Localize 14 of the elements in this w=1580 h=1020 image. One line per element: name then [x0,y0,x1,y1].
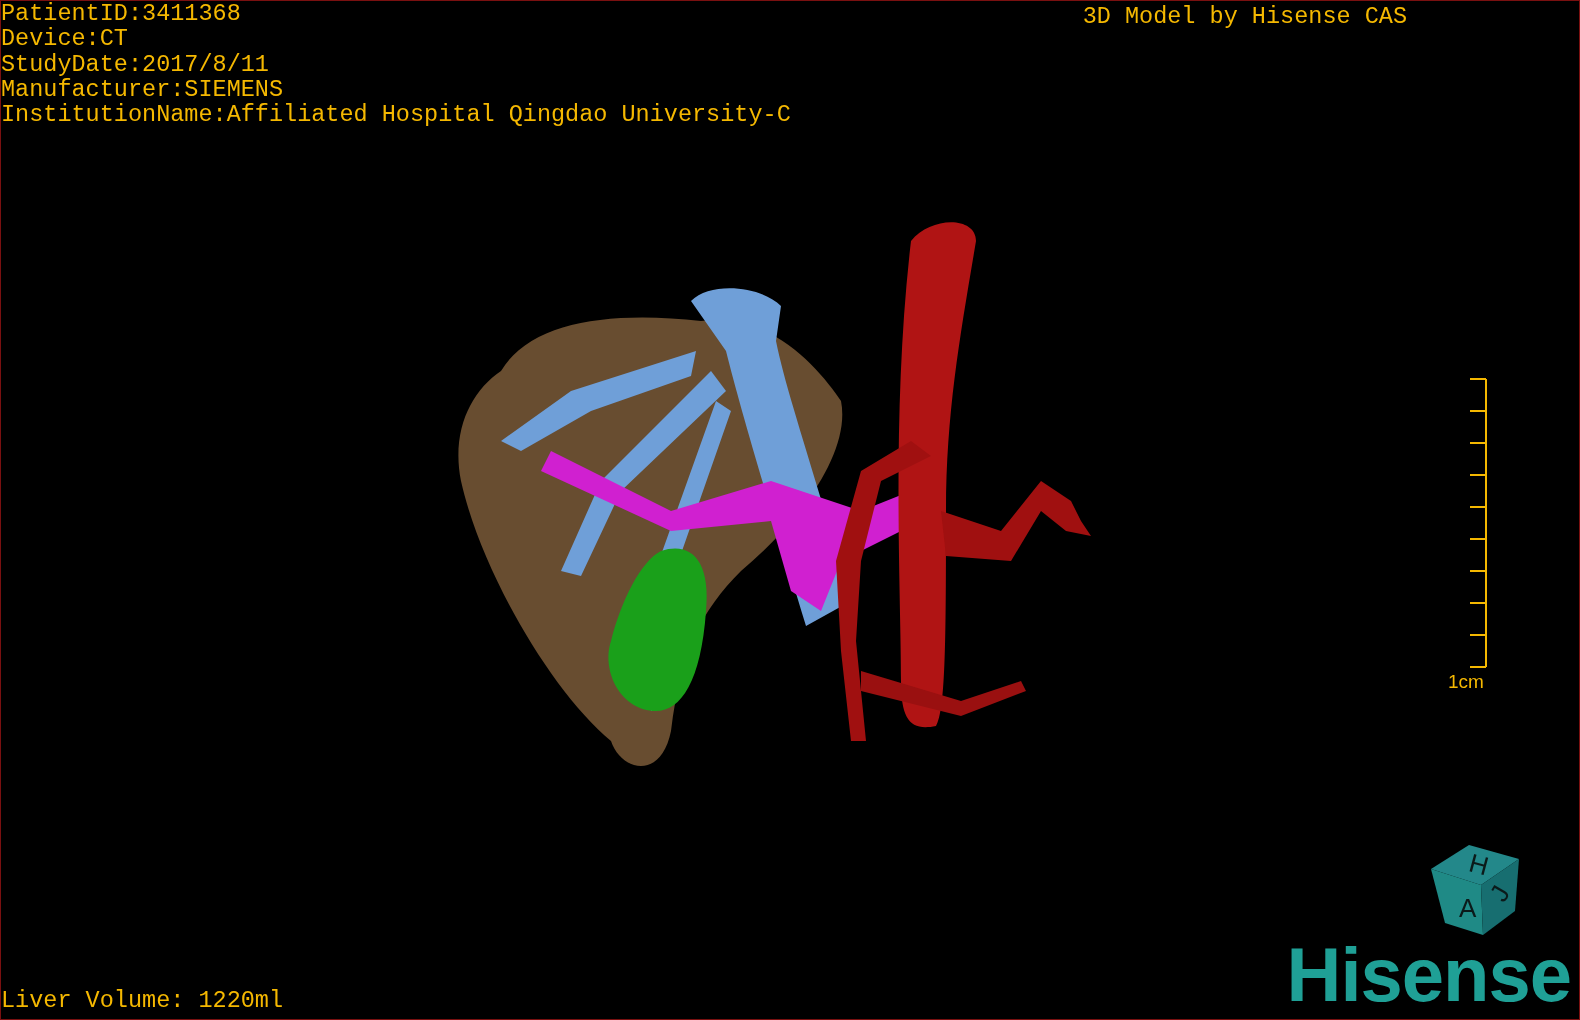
study-info-line: PatientID:3411368 [1,1,242,27]
study-info-line: StudyDate:2017/8/11 [1,51,270,77]
viewport[interactable]: PatientID:3411368 Device:CT StudyDate:2017/8/11 Manufacturer:SIEMENS InstitutionName:Affiliated Hospital Qingdao University-C 3D Model by Hisense CAS 1cm H A J Liver Volume: 1220ml Hisense [0,0,1580,1020]
cube-face-label: H [1465,847,1492,882]
liver-volume: Liver Volume: 1220ml [1,987,284,1013]
cube-face-label: J [1483,880,1516,907]
orientation-cube[interactable]: H A J [1423,841,1523,937]
model-title: 3D Model by Hisense CAS [1082,4,1407,30]
study-info-line: InstitutionName:Affiliated Hospital Qingdao University-C [1,102,791,128]
study-info-line: Manufacturer:SIEMENS [1,76,285,103]
scale-label: 1cm [1448,671,1484,693]
cube-face-label: A [1459,893,1477,923]
study-info-line: Device:CT [1,26,129,52]
logo: Hisense [1286,939,1571,1011]
